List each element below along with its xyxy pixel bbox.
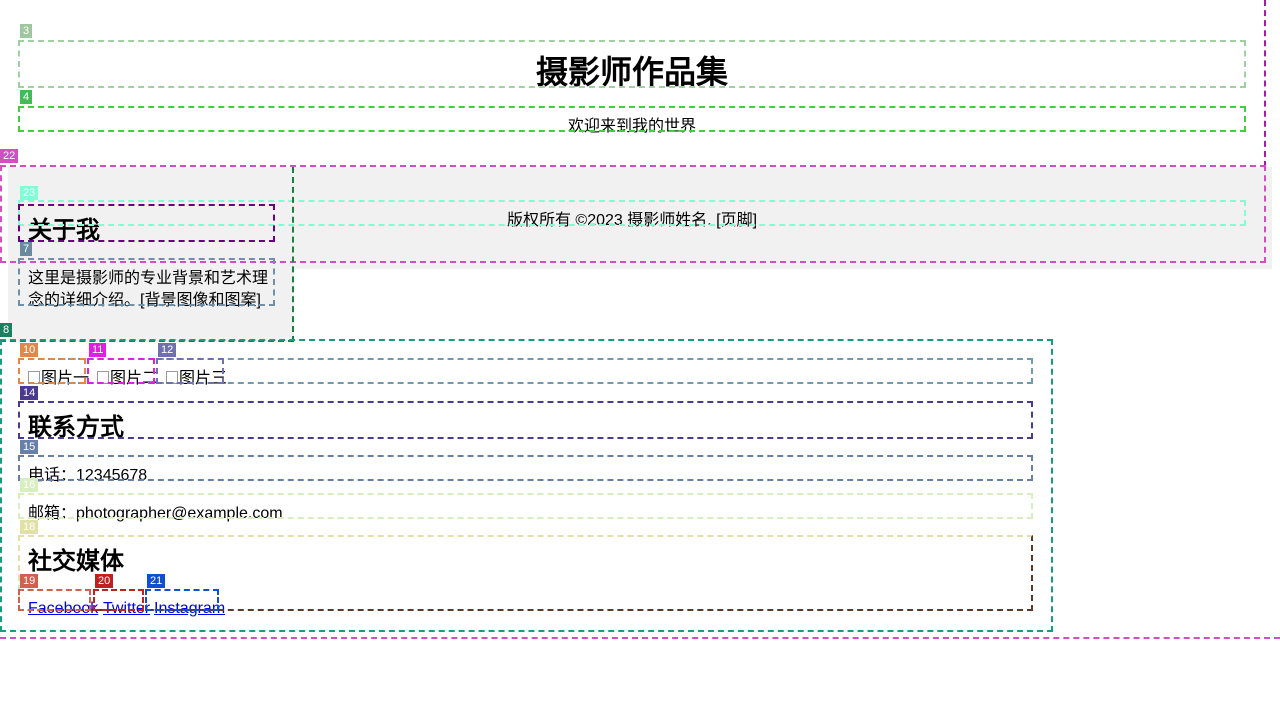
overlay-label: 3 (20, 24, 33, 38)
overlay-label: 15 (20, 440, 39, 454)
overlay-label: 7 (20, 242, 33, 256)
overlay-label: 8 (0, 323, 13, 337)
gallery-image-alt: 图片二 (110, 370, 159, 387)
overlay-label: 18 (20, 520, 39, 534)
broken-image-icon (97, 371, 109, 384)
overlay-box (0, 637, 1280, 639)
overlay-box (1264, 0, 1266, 167)
overlay-label: 12 (158, 343, 177, 357)
gallery-image-2: 图片二 (97, 358, 159, 387)
about-title: 关于我 (28, 217, 100, 244)
contact-title: 联系方式 (28, 414, 124, 441)
overlay-label: 10 (20, 343, 39, 357)
gallery-image-alt: 图片一 (41, 370, 90, 387)
social-link-twitter[interactable]: Twitter (103, 590, 150, 628)
overlay-label: 11 (89, 343, 107, 357)
about-text: 这里是摄影师的专业背景和艺术理念的详细介绍。[背景图像和图案] (28, 270, 269, 309)
page-subtitle: 欢迎来到我的世界 (567, 118, 696, 135)
overlay-label: 23 (20, 186, 39, 200)
overlay-label: 21 (147, 574, 166, 588)
overlay-label: 4 (20, 90, 33, 104)
overlay-label: 19 (20, 574, 39, 588)
overlay-label: 22 (0, 149, 19, 163)
contact-email: 邮箱：photographer@example.com (28, 505, 283, 522)
broken-image-icon (28, 371, 40, 384)
overlay-label: 20 (95, 574, 114, 588)
overlay-box (18, 455, 1033, 481)
gallery-image-3: 图片三 (166, 358, 228, 387)
social-link-facebook[interactable]: Facebook (28, 590, 98, 628)
gallery-image-1: 图片一 (28, 358, 90, 387)
contact-phone: 电话：12345678 (28, 467, 148, 484)
overlay-box (18, 401, 1033, 439)
overlay-label: 14 (20, 386, 39, 400)
overlay-label: 16 (20, 478, 39, 492)
broken-image-icon (166, 371, 178, 384)
gallery-image-alt: 图片三 (179, 370, 228, 387)
page-title: 摄影师作品集 (535, 54, 728, 90)
social-link-instagram[interactable]: Instagram (154, 590, 225, 628)
